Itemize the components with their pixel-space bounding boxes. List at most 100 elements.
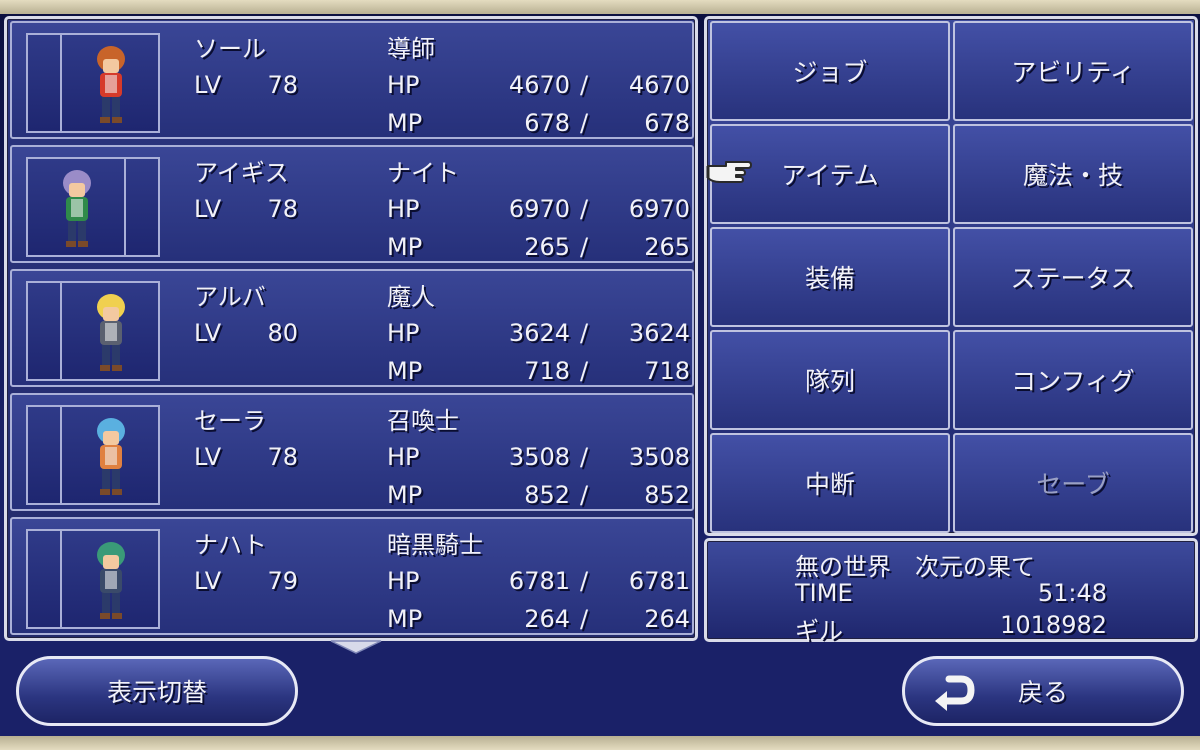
level-value: 80: [267, 319, 298, 347]
menu-job-button[interactable]: ジョブ: [710, 21, 950, 121]
location-text: 無の世界 次元の果て: [795, 553, 1035, 581]
mp-label: MP: [387, 233, 423, 261]
toggle-display-button[interactable]: 表示切替: [16, 656, 298, 726]
hp-max: 4670: [628, 71, 690, 99]
menu-config-label: コンフィグ: [1011, 367, 1135, 396]
hp-current: 3508: [508, 443, 570, 471]
portrait-frame: [26, 281, 160, 381]
party-member-row[interactable]: ナハト LV 79 暗黒騎士 HP 6781 / 6781 MP 264 / 2…: [10, 517, 694, 635]
mp-slash: /: [580, 481, 589, 509]
hp-label: HP: [387, 443, 420, 471]
mp-slash: /: [580, 605, 589, 633]
portrait-panel: [60, 35, 158, 131]
hp-current: 4670: [508, 71, 570, 99]
menu-status-label: ステータス: [1010, 264, 1136, 293]
member-job: 召喚士: [387, 407, 459, 435]
command-menu: ジョブ アビリティ アイテム 魔法・技 装備 ステータス 隊列 コンフィグ 中断…: [704, 16, 1198, 536]
menu-ability-label: アビリティ: [1011, 58, 1135, 87]
hp-slash: /: [580, 319, 589, 347]
level-value: 79: [267, 567, 298, 595]
menu-formation-label: 隊列: [804, 367, 855, 396]
party-member-row[interactable]: ソール LV 78 導師 HP 4670 / 4670 MP 678 / 678: [10, 21, 694, 139]
party-member-row[interactable]: アルバ LV 80 魔人 HP 3624 / 3624 MP 718 / 718: [10, 269, 694, 387]
menu-item-label: アイテム: [781, 161, 879, 190]
gil-label: ギル: [795, 617, 843, 645]
menu-formation-button[interactable]: 隊列: [710, 330, 950, 430]
menu-save-label: セーブ: [1036, 470, 1110, 499]
character-sprite: [97, 542, 125, 619]
menu-suspend-button[interactable]: 中断: [710, 433, 950, 533]
hp-max: 3508: [628, 443, 690, 471]
bottom-frame: [0, 736, 1200, 750]
back-button[interactable]: 戻る: [902, 656, 1184, 726]
mp-label: MP: [387, 109, 423, 137]
member-name: セーラ: [194, 407, 266, 435]
character-sprite: [97, 418, 125, 495]
member-job: 魔人: [387, 283, 435, 311]
hp-max: 6970: [628, 195, 690, 223]
mp-current: 678: [524, 109, 570, 137]
mp-slash: /: [580, 109, 589, 137]
portrait-panel: [60, 531, 158, 627]
hp-max: 3624: [628, 319, 690, 347]
member-name: ナハト: [194, 531, 267, 559]
mp-max: 718: [644, 357, 690, 385]
menu-equip-label: 装備: [804, 264, 855, 293]
level-value: 78: [267, 195, 298, 223]
mp-label: MP: [387, 481, 423, 509]
portrait-panel: [60, 407, 158, 503]
character-sprite: [97, 294, 125, 371]
scroll-down-arrow-icon[interactable]: [329, 639, 383, 655]
character-sprite: [63, 170, 91, 247]
member-job: 暗黒騎士: [387, 531, 483, 559]
return-arrow-icon: [935, 675, 975, 711]
toggle-display-label: 表示切替: [106, 678, 207, 707]
hp-label: HP: [387, 195, 420, 223]
play-time: 51:48: [1037, 579, 1107, 607]
portrait-frame: [26, 405, 160, 505]
mp-max: 852: [644, 481, 690, 509]
hp-current: 6970: [508, 195, 570, 223]
party-member-row[interactable]: アイギス LV 78 ナイト HP 6970 / 6970 MP 265 / 2…: [10, 145, 694, 263]
portrait-frame: [26, 157, 160, 257]
mp-label: MP: [387, 605, 423, 633]
level-value: 78: [267, 443, 298, 471]
hp-label: HP: [387, 319, 420, 347]
info-window: 無の世界 次元の果て TIME 51:48 ギル 1018982: [704, 538, 1198, 645]
menu-suspend-label: 中断: [804, 470, 855, 499]
portrait-panel: [60, 283, 158, 379]
menu-magic-button[interactable]: 魔法・技: [953, 124, 1193, 224]
portrait-panel: [28, 159, 126, 255]
member-name: ソール: [194, 35, 266, 63]
menu-status-button[interactable]: ステータス: [953, 227, 1193, 327]
mp-max: 678: [644, 109, 690, 137]
menu-config-button[interactable]: コンフィグ: [953, 330, 1193, 430]
menu-ability-button[interactable]: アビリティ: [953, 21, 1193, 121]
hp-label: HP: [387, 567, 420, 595]
gil-amount: 1018982: [1000, 611, 1107, 639]
member-job: 導師: [387, 35, 435, 63]
time-label: TIME: [795, 579, 853, 607]
pointing-hand-icon: [706, 161, 752, 183]
member-name: アルバ: [194, 283, 266, 311]
mp-max: 264: [644, 605, 690, 633]
back-label: 戻る: [1017, 678, 1068, 707]
mp-current: 264: [524, 605, 570, 633]
hp-current: 6781: [508, 567, 570, 595]
level-value: 78: [267, 71, 298, 99]
member-job: ナイト: [387, 159, 459, 187]
party-member-row[interactable]: セーラ LV 78 召喚士 HP 3508 / 3508 MP 852 / 85…: [10, 393, 694, 511]
mp-current: 718: [524, 357, 570, 385]
menu-save-button: セーブ: [953, 433, 1193, 533]
hp-slash: /: [580, 195, 589, 223]
menu-job-label: ジョブ: [792, 58, 868, 87]
character-sprite: [97, 46, 125, 123]
mp-label: MP: [387, 357, 423, 385]
menu-equip-button[interactable]: 装備: [710, 227, 950, 327]
menu-magic-label: 魔法・技: [1022, 161, 1123, 190]
top-frame: [0, 0, 1200, 14]
hp-slash: /: [580, 567, 589, 595]
hp-label: HP: [387, 71, 420, 99]
hp-max: 6781: [628, 567, 690, 595]
portrait-frame: [26, 529, 160, 629]
